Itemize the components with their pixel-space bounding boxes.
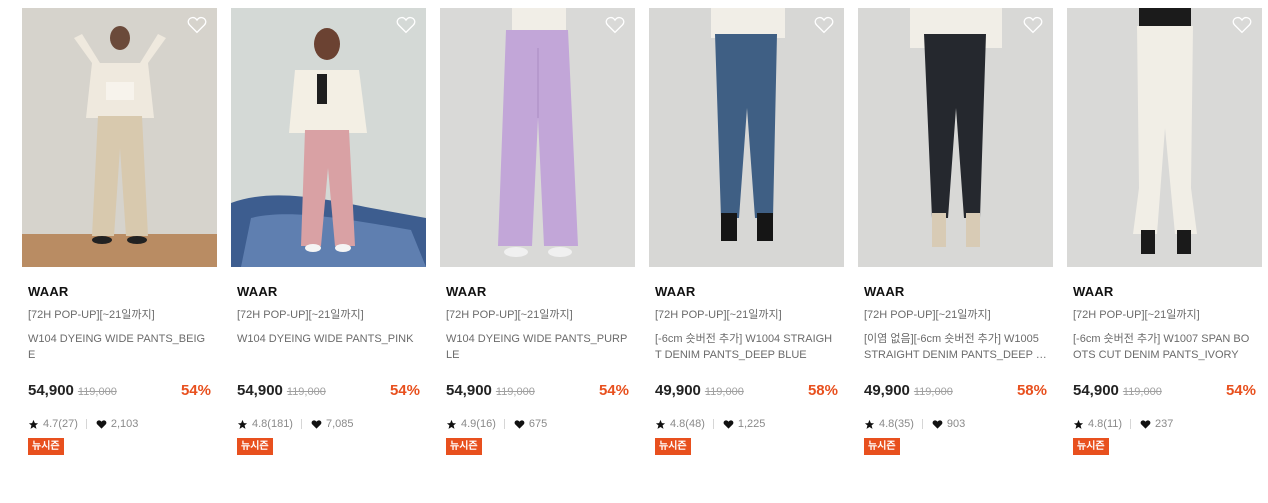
promo-label: [72H POP-UP][~21일까지] [864, 309, 991, 321]
heart-filled-icon [311, 419, 322, 429]
brand-name[interactable]: WAAR [237, 284, 420, 299]
likes-count: 1,225 [737, 418, 766, 430]
likes-count: 2,103 [110, 418, 139, 430]
promo-label: [72H POP-UP][~21일까지] [1073, 309, 1200, 321]
heart-outline-icon[interactable] [396, 16, 416, 34]
discount-rate: 54% [389, 382, 420, 399]
product-card[interactable]: WAAR [72H POP-UP][~21일까지] W104 DYEING WI… [22, 8, 217, 478]
original-price: 119,000 [286, 386, 326, 398]
star-icon [655, 419, 666, 429]
brand-name[interactable]: WAAR [655, 284, 838, 299]
divider [1130, 419, 1132, 429]
heart-outline-icon[interactable] [814, 16, 834, 34]
product-image[interactable] [231, 8, 426, 267]
product-card[interactable]: WAAR [72H POP-UP][~21일까지] W104 DYEING WI… [231, 8, 426, 478]
star-icon [28, 419, 39, 429]
product-image[interactable] [858, 8, 1053, 267]
divider [921, 419, 923, 429]
product-photo [231, 8, 426, 267]
rating-text: 4.8(35) [879, 418, 914, 430]
heart-outline-icon[interactable] [605, 16, 625, 34]
likes-count: 7,085 [325, 418, 354, 430]
product-name[interactable]: W104 DYEING WIDE PANTS_BEIGE [28, 331, 211, 365]
heart-filled-icon [514, 419, 525, 429]
new-season-badge: 뉴시즌 [655, 438, 691, 455]
divider [712, 419, 714, 429]
original-price: 119,000 [913, 386, 953, 398]
promo-label: [72H POP-UP][~21일까지] [446, 309, 573, 321]
original-price: 119,000 [1122, 386, 1162, 398]
new-season-badge: 뉴시즌 [28, 438, 64, 455]
new-season-badge: 뉴시즌 [1073, 438, 1109, 455]
discount-rate: 58% [807, 382, 838, 399]
original-price: 119,000 [77, 386, 117, 398]
promo-label: [72H POP-UP][~21일까지] [28, 309, 155, 321]
new-season-badge: 뉴시즌 [446, 438, 482, 455]
likes-count: 675 [528, 418, 548, 430]
product-name[interactable]: W104 DYEING WIDE PANTS_PURPLE [446, 331, 629, 365]
product-card[interactable]: WAAR [72H POP-UP][~21일까지] [-6cm 숏버전 추가] … [649, 8, 844, 478]
heart-filled-icon [1140, 419, 1151, 429]
heart-outline-icon[interactable] [1232, 16, 1252, 34]
product-photo [649, 8, 844, 267]
heart-outline-icon[interactable] [1023, 16, 1043, 34]
product-card[interactable]: WAAR [72H POP-UP][~21일까지] W104 DYEING WI… [440, 8, 635, 478]
divider [300, 419, 302, 429]
product-card[interactable]: WAAR [72H POP-UP][~21일까지] [이염 없음][-6cm 숏… [858, 8, 1053, 478]
new-season-badge: 뉴시즌 [237, 438, 273, 455]
discount-rate: 54% [598, 382, 629, 399]
divider [503, 419, 505, 429]
product-photo [440, 8, 635, 267]
promo-label: [72H POP-UP][~21일까지] [655, 309, 782, 321]
product-photo [858, 8, 1053, 267]
sale-price: 54,900 [28, 382, 74, 399]
sale-price: 49,900 [864, 382, 910, 399]
original-price: 119,000 [495, 386, 535, 398]
likes-count: 903 [946, 418, 966, 430]
star-icon [864, 419, 875, 429]
divider [85, 419, 87, 429]
product-image[interactable] [1067, 8, 1262, 267]
star-icon [446, 419, 457, 429]
discount-rate: 54% [180, 382, 211, 399]
original-price: 119,000 [704, 386, 744, 398]
product-name[interactable]: W104 DYEING WIDE PANTS_PINK [237, 331, 420, 365]
product-photo [22, 8, 217, 267]
sale-price: 54,900 [446, 382, 492, 399]
product-image[interactable] [649, 8, 844, 267]
brand-name[interactable]: WAAR [864, 284, 1047, 299]
brand-name[interactable]: WAAR [446, 284, 629, 299]
star-icon [1073, 419, 1084, 429]
product-photo [1067, 8, 1262, 267]
product-name[interactable]: [-6cm 숏버전 추가] W1004 STRAIGHT DENIM PANTS… [655, 331, 838, 365]
heart-filled-icon [96, 419, 107, 429]
discount-rate: 54% [1225, 382, 1256, 399]
likes-count: 237 [1155, 418, 1174, 430]
heart-filled-icon [932, 419, 943, 429]
star-icon [237, 419, 248, 429]
brand-name[interactable]: WAAR [28, 284, 211, 299]
sale-price: 49,900 [655, 382, 701, 399]
product-grid: WAAR [72H POP-UP][~21일까지] W104 DYEING WI… [0, 0, 1268, 503]
product-card[interactable]: WAAR [72H POP-UP][~21일까지] [-6cm 숏버전 추가] … [1067, 8, 1262, 478]
product-name[interactable]: [-6cm 숏버전 추가] W1007 SPAN BOOTS CUT DENIM… [1073, 331, 1256, 365]
product-image[interactable] [440, 8, 635, 267]
product-name[interactable]: [이염 없음][-6cm 숏버전 추가] W1005 STRAIGHT DENI… [864, 331, 1047, 365]
promo-label: [72H POP-UP][~21일까지] [237, 309, 364, 321]
discount-rate: 58% [1016, 382, 1047, 399]
rating-text: 4.8(181) [252, 418, 293, 430]
sale-price: 54,900 [237, 382, 283, 399]
heart-outline-icon[interactable] [187, 16, 207, 34]
rating-text: 4.8(48) [670, 418, 705, 430]
sale-price: 54,900 [1073, 382, 1119, 399]
rating-text: 4.7(27) [43, 418, 78, 430]
brand-name[interactable]: WAAR [1073, 284, 1256, 299]
heart-filled-icon [723, 419, 734, 429]
rating-text: 4.9(16) [461, 418, 496, 430]
new-season-badge: 뉴시즌 [864, 438, 900, 455]
product-image[interactable] [22, 8, 217, 267]
rating-text: 4.8(11) [1088, 418, 1123, 430]
